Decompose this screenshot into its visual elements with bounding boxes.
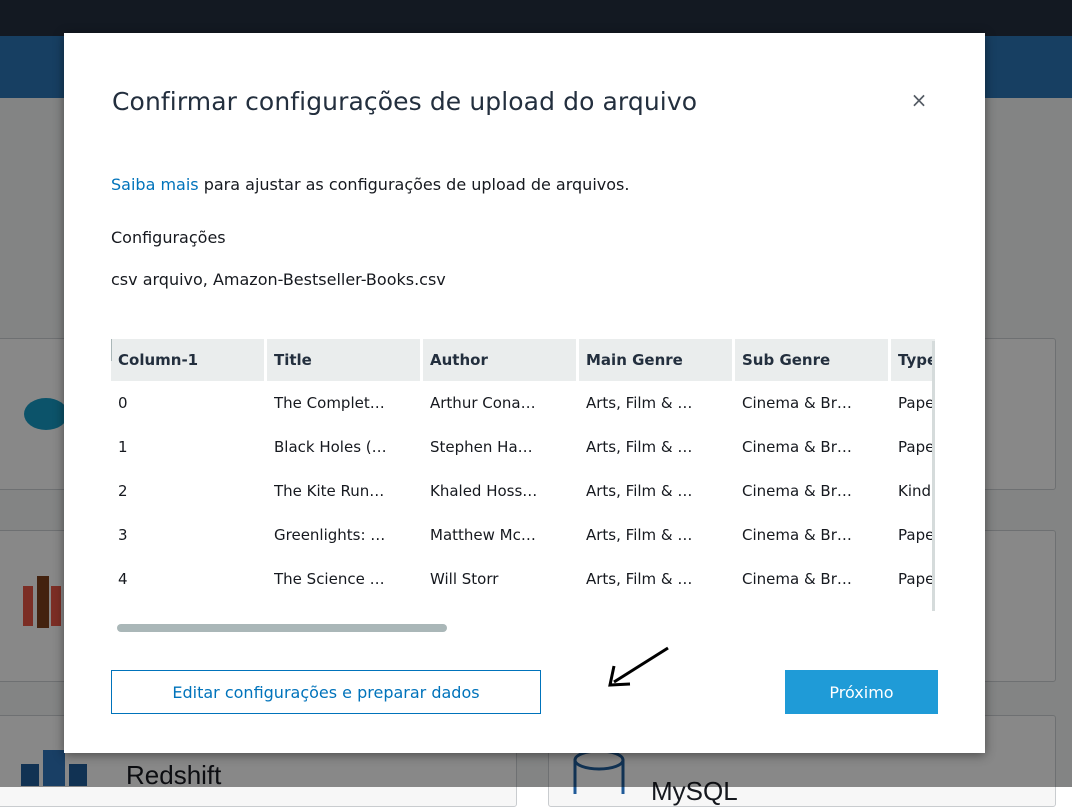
table-cell-text: Paper: [898, 438, 935, 456]
column-header-label: Main Genre: [586, 351, 683, 369]
table-cell: The Kite Run…: [267, 469, 423, 513]
edit-settings-prepare-data-button[interactable]: Editar configurações e preparar dados: [111, 670, 541, 714]
table-cell-text: 4: [118, 570, 128, 588]
modal-title: Confirmar configurações de upload do arq…: [112, 87, 698, 116]
table-cell: Arts, Film & …: [579, 381, 735, 425]
preview-table: Column-1 Title Author Main Genre Sub Gen…: [111, 339, 935, 601]
table-cell-text: Arts, Film & …: [586, 394, 693, 412]
table-cell-text: 0: [118, 394, 128, 412]
column-header-label: Title: [274, 351, 312, 369]
table-cell: Cinema & Br…: [735, 425, 891, 469]
table-cell: 1: [111, 425, 267, 469]
table-cell: Will Storr: [423, 557, 579, 601]
table-cell-text: Arts, Film & …: [586, 570, 693, 588]
table-cell-text: Black Holes (…: [274, 438, 387, 456]
table-header-row: Column-1 Title Author Main Genre Sub Gen…: [111, 339, 935, 381]
table-cell-text: Cinema & Br…: [742, 394, 852, 412]
table-cell: Black Holes (…: [267, 425, 423, 469]
table-body: 0 The Complet… Arthur Cona… Arts, Film & … C…: [111, 381, 935, 601]
table-cell-text: The Kite Run…: [274, 482, 385, 500]
table-cell-text: Cinema & Br…: [742, 438, 852, 456]
table-cell: Arts, Film & …: [579, 557, 735, 601]
help-text-rest: para ajustar as configurações de upload …: [198, 175, 630, 194]
help-text: Saiba mais para ajustar as configurações…: [111, 175, 629, 194]
table-cell-text: Arts, Film & …: [586, 526, 693, 544]
table-cell-text: Arts, Film & …: [586, 438, 693, 456]
table-scroll-area[interactable]: Column-1 Title Author Main Genre Sub Gen…: [111, 339, 935, 611]
table-cell-text: Paper: [898, 570, 935, 588]
table-cell-text: Khaled Hoss…: [430, 482, 538, 500]
table-cell: Paper: [891, 381, 935, 425]
table-cell: Paper: [891, 557, 935, 601]
table-cell-text: 1: [118, 438, 128, 456]
column-header: Author: [423, 339, 579, 381]
table-cell: Cinema & Br…: [735, 381, 891, 425]
table-cell-text: Paper: [898, 394, 935, 412]
column-header-label: Sub Genre: [742, 351, 831, 369]
upload-settings-modal: Confirmar configurações de upload do arq…: [64, 33, 985, 753]
table-cell: 2: [111, 469, 267, 513]
table-cell: The Complet…: [267, 381, 423, 425]
table-cell-text: Matthew Mc…: [430, 526, 536, 544]
table-cell: Cinema & Br…: [735, 513, 891, 557]
table-cell: Arts, Film & …: [579, 513, 735, 557]
scrollbar-edge: [111, 339, 112, 361]
table-cell: Stephen Ha…: [423, 425, 579, 469]
file-info: csv arquivo, Amazon-Bestseller-Books.csv: [111, 270, 446, 289]
column-header-label: Author: [430, 351, 488, 369]
column-header: Column-1: [111, 339, 267, 381]
table-cell: Arthur Cona…: [423, 381, 579, 425]
horizontal-scrollbar[interactable]: [111, 620, 933, 632]
column-header-label: Type: [898, 351, 935, 369]
data-preview: Column-1 Title Author Main Genre Sub Gen…: [111, 339, 935, 639]
column-header: Title: [267, 339, 423, 381]
table-cell: 4: [111, 557, 267, 601]
table-cell-text: Greenlights: …: [274, 526, 386, 544]
table-row: 2 The Kite Run… Khaled Hoss… Arts, Film & ……: [111, 469, 935, 513]
column-header: Type: [891, 339, 935, 381]
table-row: 3 Greenlights: … Matthew Mc… Arts, Film & ……: [111, 513, 935, 557]
vertical-scrollbar[interactable]: [932, 341, 935, 611]
table-cell-text: Arthur Cona…: [430, 394, 536, 412]
learn-more-link[interactable]: Saiba mais: [111, 175, 199, 194]
table-cell-text: The Complet…: [274, 394, 385, 412]
table-cell: Greenlights: …: [267, 513, 423, 557]
table-cell: Arts, Film & …: [579, 425, 735, 469]
table-cell: Kindle: [891, 469, 935, 513]
column-header-label: Column-1: [118, 351, 199, 369]
close-icon[interactable]: ×: [904, 85, 934, 115]
horizontal-scrollbar-thumb[interactable]: [117, 624, 447, 632]
table-cell-text: Will Storr: [430, 570, 499, 588]
table-cell: Matthew Mc…: [423, 513, 579, 557]
table-cell-text: Arts, Film & …: [586, 482, 693, 500]
table-cell: 3: [111, 513, 267, 557]
table-row: 1 Black Holes (… Stephen Ha… Arts, Film & ……: [111, 425, 935, 469]
table-cell: Paper: [891, 425, 935, 469]
column-header: Main Genre: [579, 339, 735, 381]
table-cell-text: 2: [118, 482, 128, 500]
settings-heading: Configurações: [111, 228, 226, 247]
table-row: 0 The Complet… Arthur Cona… Arts, Film & … C…: [111, 381, 935, 425]
annotation-arrow-icon: [608, 646, 669, 687]
next-button[interactable]: Próximo: [785, 670, 938, 714]
table-cell-text: Cinema & Br…: [742, 482, 852, 500]
table-cell-text: Cinema & Br…: [742, 570, 852, 588]
table-cell-text: Stephen Ha…: [430, 438, 533, 456]
table-cell: 0: [111, 381, 267, 425]
table-row: 4 The Science … Will Storr Arts, Film & … Ci…: [111, 557, 935, 601]
table-cell: Paper: [891, 513, 935, 557]
table-cell-text: Paper: [898, 526, 935, 544]
table-cell-text: Kindle: [898, 482, 935, 500]
table-cell: Cinema & Br…: [735, 469, 891, 513]
table-cell: Arts, Film & …: [579, 469, 735, 513]
table-cell: The Science …: [267, 557, 423, 601]
table-cell-text: 3: [118, 526, 128, 544]
table-cell: Khaled Hoss…: [423, 469, 579, 513]
table-cell: Cinema & Br…: [735, 557, 891, 601]
table-cell-text: Cinema & Br…: [742, 526, 852, 544]
column-header: Sub Genre: [735, 339, 891, 381]
table-cell-text: The Science …: [274, 570, 385, 588]
